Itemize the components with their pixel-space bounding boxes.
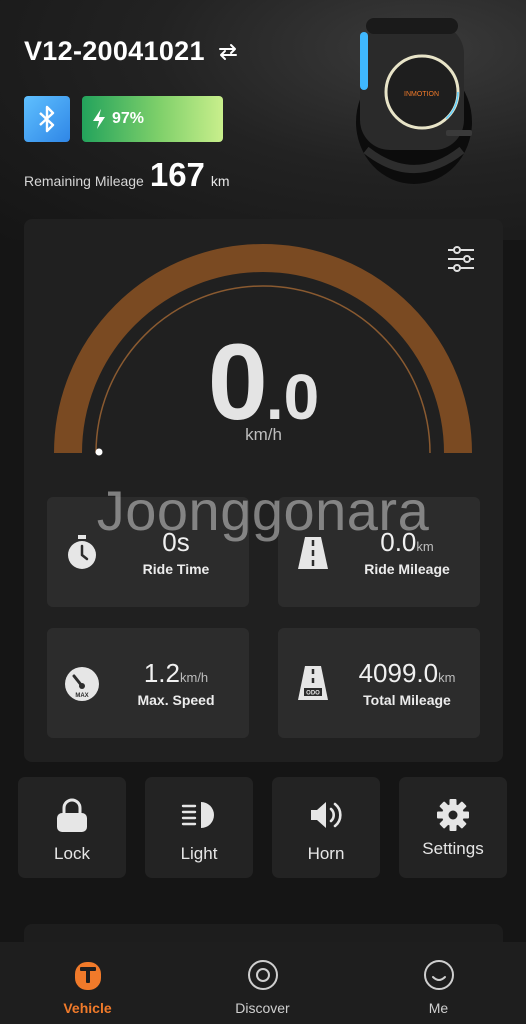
lock-button[interactable]: Lock xyxy=(18,777,126,878)
remaining-mileage-value: 167 xyxy=(149,156,205,193)
bluetooth-icon xyxy=(39,105,55,133)
lightning-icon xyxy=(93,109,105,129)
nav-me[interactable]: Me xyxy=(351,942,526,1024)
road-icon xyxy=(298,537,328,569)
swap-icon[interactable] xyxy=(217,41,239,63)
speed-integer: 0 xyxy=(207,321,268,442)
stat-label: Ride Mileage xyxy=(364,561,450,577)
nav-discover-label: Discover xyxy=(235,1000,290,1016)
horn-icon xyxy=(311,802,342,828)
bluetooth-badge[interactable] xyxy=(24,96,70,142)
smiley-icon xyxy=(424,960,454,990)
discover-icon xyxy=(248,960,278,990)
nav-discover[interactable]: Discover xyxy=(175,942,350,1024)
stat-ride-time: 0s Ride Time xyxy=(47,497,249,607)
device-header: V12-20041021 xyxy=(24,36,239,67)
stat-value: 0s xyxy=(162,527,190,557)
stat-value: 0.0km xyxy=(380,527,434,557)
speedometer-max-icon: MAX xyxy=(65,667,99,701)
battery-badge: 97% xyxy=(82,96,223,142)
device-name: V12-20041021 xyxy=(24,36,205,66)
light-button[interactable]: Light xyxy=(145,777,253,878)
lock-icon xyxy=(57,798,87,832)
speed-unit: km/h xyxy=(245,425,282,444)
stat-max-speed: MAX 1.2km/h Max. Speed xyxy=(47,628,249,738)
settings-label: Settings xyxy=(422,839,484,858)
gauge-needle-dot xyxy=(95,448,103,456)
remaining-mileage-unit: km xyxy=(210,173,230,189)
speed-decimal: .0 xyxy=(265,361,320,433)
settings-button[interactable]: Settings xyxy=(399,777,507,878)
nav-vehicle[interactable]: Vehicle xyxy=(0,942,175,1024)
bottom-card-edge xyxy=(24,924,503,944)
speed-card: 0.0 km/h 0s Ride Time 0.0km Ride Mileage… xyxy=(24,219,503,762)
svg-text:MAX: MAX xyxy=(75,693,88,699)
bottom-nav: Vehicle Discover Me xyxy=(0,942,526,1024)
stat-ride-mileage: 0.0km Ride Mileage xyxy=(278,497,480,607)
stat-total-mileage: ODO 4099.0km Total Mileage xyxy=(278,628,480,738)
remaining-mileage-label: Remaining Mileage xyxy=(24,173,144,189)
svg-text:ODO: ODO xyxy=(306,691,320,697)
gear-icon xyxy=(437,799,469,831)
nav-vehicle-label: Vehicle xyxy=(63,1000,112,1016)
nav-me-label: Me xyxy=(428,1000,449,1016)
stat-value: 1.2km/h xyxy=(143,658,209,688)
lock-label: Lock xyxy=(54,844,90,863)
status-row: 97% xyxy=(24,96,223,142)
unicycle-image: INMOTION xyxy=(356,18,472,184)
road-odo-icon: ODO xyxy=(298,666,328,700)
vehicle-icon xyxy=(75,962,101,990)
stat-label: Ride Time xyxy=(142,561,210,577)
svg-text:INMOTION: INMOTION xyxy=(404,91,439,98)
horn-button[interactable]: Horn xyxy=(272,777,380,878)
light-label: Light xyxy=(180,844,218,863)
stat-label: Max. Speed xyxy=(137,692,215,708)
horn-label: Horn xyxy=(307,844,345,863)
battery-percent: 97% xyxy=(112,110,145,127)
headlight-icon xyxy=(181,802,214,828)
stopwatch-icon xyxy=(68,535,96,569)
stat-value: 4099.0km xyxy=(358,658,456,688)
remaining-mileage: Remaining Mileage 167 km xyxy=(24,156,230,194)
stat-label: Total Mileage xyxy=(363,692,451,708)
